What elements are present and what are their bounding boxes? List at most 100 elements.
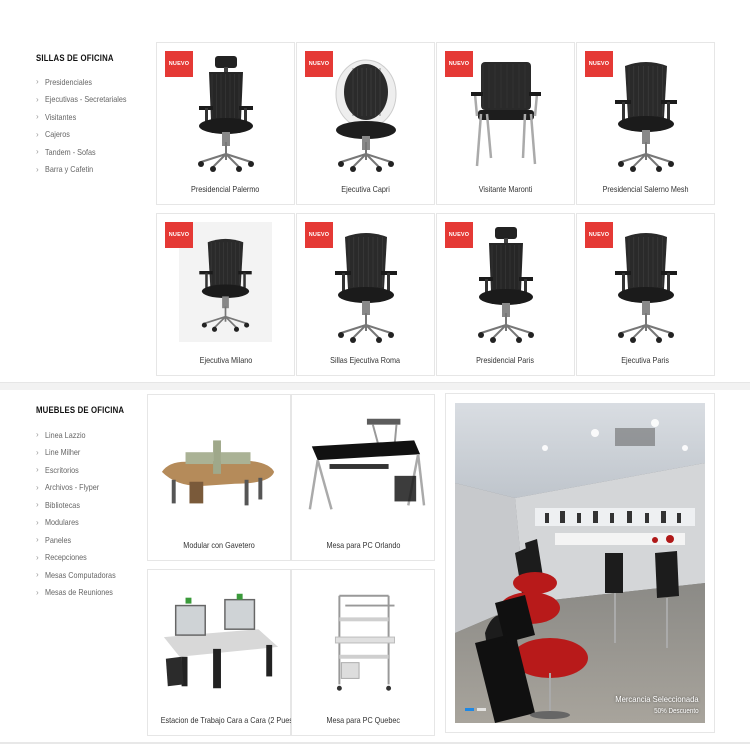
chair-product-name[interactable]: Ejecutiva Milano — [157, 355, 294, 365]
carousel-indicators — [465, 708, 486, 711]
furniture-category-item[interactable]: › Linea Lazzio — [36, 426, 128, 444]
chair-category-label: Cajeros — [45, 129, 70, 140]
new-badge: NUEVO — [445, 51, 473, 77]
new-badge: NUEVO — [585, 51, 613, 77]
chevron-right-icon: › — [36, 500, 39, 510]
furniture-product-name[interactable]: Mesa para PC Quebec — [292, 715, 434, 725]
furniture-category-item[interactable]: › Recepciones — [36, 549, 128, 567]
chevron-right-icon: › — [36, 129, 39, 139]
chevron-right-icon: › — [36, 552, 39, 562]
furniture-product-grid: Modular con Gavetero Mesa para PC Orland… — [147, 394, 435, 736]
furniture-category-item[interactable]: › Paneles — [36, 531, 128, 549]
chevron-right-icon: › — [36, 77, 39, 87]
furniture-category-label: Line Milher — [45, 447, 81, 458]
chevron-right-icon: › — [36, 94, 39, 104]
chevron-right-icon: › — [36, 447, 39, 457]
new-badge: NUEVO — [305, 51, 333, 77]
chair-product-name[interactable]: Sillas Ejecutiva Roma — [297, 355, 434, 365]
furniture-product-card[interactable]: Mesa para PC Quebec — [291, 569, 435, 736]
furniture-category-item[interactable]: › Modulares — [36, 514, 128, 532]
chevron-right-icon: › — [36, 430, 39, 440]
furniture-product-card[interactable]: Estacion de Trabajo Cara a Cara (2 Puest… — [147, 569, 305, 736]
banner-caption-title: Mercancia Seleccionada — [615, 694, 699, 704]
furniture-product-name[interactable]: Mesa para PC Orlando — [292, 540, 434, 550]
new-badge: NUEVO — [165, 222, 193, 248]
chair-category-label: Tandem - Sofas — [45, 146, 96, 157]
chair-category-label: Ejecutivas - Secretariales — [45, 94, 127, 105]
chair-product-card[interactable]: NUEVO Ejecutiva Paris — [576, 213, 715, 376]
chairs-category-title: SILLAS DE OFICINA — [36, 53, 114, 64]
furniture-product-card[interactable]: Modular con Gavetero — [147, 394, 291, 561]
chair-category-item[interactable]: › Cajeros — [36, 126, 141, 144]
furniture-category-label: Linea Lazzio — [45, 429, 86, 440]
chair-category-label: Visitantes — [45, 111, 77, 122]
furniture-product-name[interactable]: Modular con Gavetero — [148, 540, 290, 550]
chevron-right-icon: › — [36, 112, 39, 122]
pc-cart-icon[interactable] — [300, 578, 426, 703]
furniture-category-item[interactable]: › Escritorios — [36, 461, 128, 479]
chevron-right-icon: › — [36, 517, 39, 527]
chair-product-card[interactable]: NUEVO Presidencial Palermo — [156, 42, 295, 205]
new-badge: NUEVO — [445, 222, 473, 248]
chair-category-item[interactable]: › Presidenciales — [36, 73, 141, 91]
chair-product-name[interactable]: Ejecutiva Paris — [577, 355, 714, 365]
chairs-product-grid: NUEVO Presidencial Palermo NUEVO Ejecuti… — [156, 42, 715, 376]
chevron-right-icon: › — [36, 535, 39, 545]
furniture-product-card[interactable]: Mesa para PC Orlando — [291, 394, 435, 561]
furniture-category-label: Mesas Computadoras — [45, 569, 116, 580]
modular-desk-icon[interactable] — [156, 403, 282, 528]
chair-product-name[interactable]: Ejecutiva Capri — [297, 184, 434, 194]
furniture-category-label: Mesas de Reuniones — [45, 587, 113, 598]
banner-caption-subtitle: 50% Descuento — [654, 708, 699, 715]
furniture-category-title: MUEBLES DE OFICINA — [36, 405, 125, 416]
furniture-category-label: Archivos - Flyper — [45, 482, 100, 493]
chevron-right-icon: › — [36, 570, 39, 580]
bottom-rule — [0, 742, 750, 744]
chevron-right-icon: › — [36, 164, 39, 174]
furniture-category-item[interactable]: › Archivos - Flyper — [36, 479, 128, 497]
new-badge: NUEVO — [305, 222, 333, 248]
banner-caption: Mercancia Seleccionada 50% Descuento — [606, 694, 699, 715]
chair-product-card[interactable]: NUEVO Presidencial Salerno Mesh — [576, 42, 715, 205]
new-badge: NUEVO — [165, 51, 193, 77]
furniture-category-label: Escritorios — [45, 464, 79, 475]
chevron-right-icon: › — [36, 465, 39, 475]
new-badge: NUEVO — [585, 222, 613, 248]
chair-category-item[interactable]: › Barra y Cafetin — [36, 161, 141, 179]
chair-category-label: Presidenciales — [45, 76, 92, 87]
chair-product-name[interactable]: Presidencial Paris — [437, 355, 574, 365]
chair-product-card[interactable]: NUEVO Visitante Maronti — [436, 42, 575, 205]
furniture-category-label: Modulares — [45, 517, 79, 528]
chair-product-name[interactable]: Presidencial Salerno Mesh — [577, 184, 714, 194]
furniture-category-list: › Linea Lazzio › Line Milher › Escritorios › Ar… — [36, 426, 128, 601]
showroom-banner[interactable]: Mercancia Seleccionada 50% Descuento — [445, 393, 715, 733]
furniture-category-label: Paneles — [45, 534, 72, 545]
carousel-dot[interactable] — [465, 708, 474, 711]
workstation-icon[interactable] — [156, 578, 282, 703]
chairs-section: SILLAS DE OFICINA › Presidenciales › Ejecut… — [0, 0, 750, 382]
chevron-right-icon: › — [36, 147, 39, 157]
furniture-category-item[interactable]: › Line Milher — [36, 444, 128, 462]
chair-product-card[interactable]: NUEVO Presidencial Paris — [436, 213, 575, 376]
chevron-right-icon: › — [36, 482, 39, 492]
furniture-category-item[interactable]: › Bibliotecas — [36, 496, 128, 514]
showroom-photo — [455, 403, 705, 723]
chairs-category-list: › Presidenciales › Ejecutivas - Secretarial… — [36, 73, 141, 178]
chair-category-item[interactable]: › Ejecutivas - Secretariales — [36, 91, 141, 109]
furniture-category-label: Bibliotecas — [45, 499, 80, 510]
furniture-product-name[interactable]: Estacion de Trabajo Cara a Cara (2 Puest… — [148, 715, 305, 725]
furniture-category-item[interactable]: › Mesas de Reuniones — [36, 584, 128, 602]
chair-category-item[interactable]: › Visitantes — [36, 108, 141, 126]
glass-pc-desk-icon[interactable] — [300, 403, 426, 528]
chevron-right-icon: › — [36, 587, 39, 597]
carousel-dot[interactable] — [477, 708, 486, 711]
chair-product-card[interactable]: NUEVO Ejecutiva Milano — [156, 213, 295, 376]
chair-product-card[interactable]: NUEVO Sillas Ejecutiva Roma — [296, 213, 435, 376]
chair-product-name[interactable]: Presidencial Palermo — [157, 184, 294, 194]
chair-category-item[interactable]: › Tandem - Sofas — [36, 143, 141, 161]
section-divider — [0, 382, 750, 390]
furniture-category-item[interactable]: › Mesas Computadoras — [36, 566, 128, 584]
chair-category-label: Barra y Cafetin — [45, 164, 94, 175]
chair-product-name[interactable]: Visitante Maronti — [437, 184, 574, 194]
chair-product-card[interactable]: NUEVO Ejecutiva Capri — [296, 42, 435, 205]
